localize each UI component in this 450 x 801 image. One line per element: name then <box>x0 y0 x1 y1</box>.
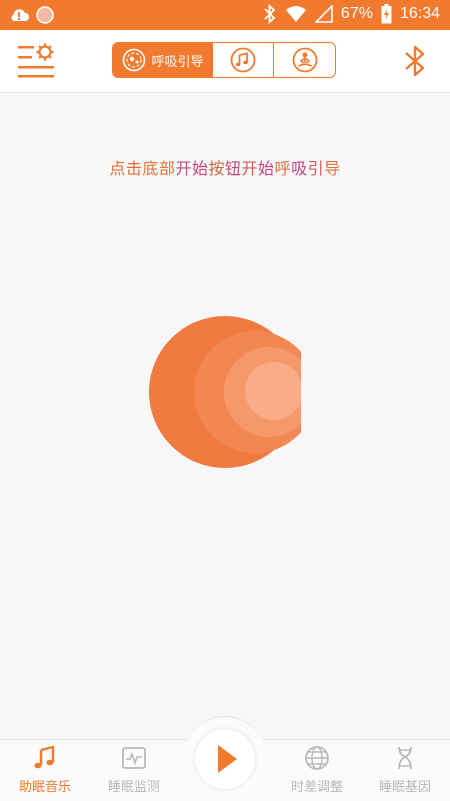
battery-charging-icon <box>381 4 392 24</box>
menu-settings-button[interactable] <box>16 42 58 80</box>
breath-animation-circle <box>149 316 316 468</box>
globe-icon <box>305 746 329 770</box>
nav-item-sleep-music[interactable]: 助眠音乐 <box>0 742 90 798</box>
monitor-wave-icon <box>122 747 146 769</box>
hint-char: 钮 <box>225 159 242 178</box>
music-note-icon <box>230 47 256 73</box>
hint-char: 始 <box>258 159 275 178</box>
nav-label-sleep-monitor: 睡眠监测 <box>107 780 160 795</box>
battery-percent: 67% <box>340 5 373 22</box>
mode-segmented-control: 呼吸引导 <box>112 42 336 78</box>
wifi-icon <box>285 6 306 22</box>
hint-char: 开 <box>175 159 192 178</box>
clock: 16:34 <box>399 5 440 22</box>
tab-breath-guide[interactable]: 呼吸引导 <box>113 43 213 77</box>
hint-char: 部 <box>158 159 176 178</box>
hint-char: 引 <box>307 159 325 178</box>
menu-settings-icon <box>18 43 54 78</box>
music-note-icon <box>34 745 55 769</box>
dna-icon <box>398 746 412 770</box>
tab-music[interactable] <box>213 43 274 77</box>
hint-char: 始 <box>191 159 209 178</box>
signal-icon <box>314 5 333 23</box>
bluetooth-icon <box>405 45 425 77</box>
hint-char: 呼 <box>274 159 292 178</box>
nav-label-sleep-gene: 睡眠基因 <box>378 780 431 795</box>
hint-char: 底 <box>142 159 159 178</box>
nav-label-jetlag: 时差调整 <box>290 780 343 795</box>
breath-icon <box>123 48 146 72</box>
nav-item-sleep-monitor[interactable]: 睡眠监测 <box>89 742 179 798</box>
nav-label-sleep-music: 助眠音乐 <box>18 780 71 795</box>
start-hint-text: 点击底部开始按钮开始呼吸引导 <box>0 155 450 179</box>
hint-char: 按 <box>208 159 225 178</box>
tab-meditation[interactable] <box>274 43 335 77</box>
status-bar: 67% 16:34 <box>0 0 450 30</box>
meditation-icon <box>292 47 317 73</box>
play-button[interactable] <box>195 729 255 789</box>
hint-char: 击 <box>125 159 143 178</box>
alert-icon <box>11 9 29 21</box>
bluetooth-button[interactable] <box>402 44 428 78</box>
nav-item-sleep-gene[interactable]: 睡眠基因 <box>360 742 450 798</box>
nav-item-jetlag[interactable]: 时差调整 <box>272 742 362 798</box>
top-bar: 呼吸引导 <box>0 30 450 93</box>
hint-char: 导 <box>324 159 341 178</box>
tab-breath-guide-label: 呼吸引导 <box>151 54 204 70</box>
hint-char: 点 <box>109 159 126 178</box>
bluetooth-icon <box>264 4 276 24</box>
hint-char: 吸 <box>291 159 308 178</box>
hint-char: 开 <box>241 159 259 178</box>
play-icon <box>218 745 237 773</box>
notification-dot-icon <box>36 6 54 24</box>
